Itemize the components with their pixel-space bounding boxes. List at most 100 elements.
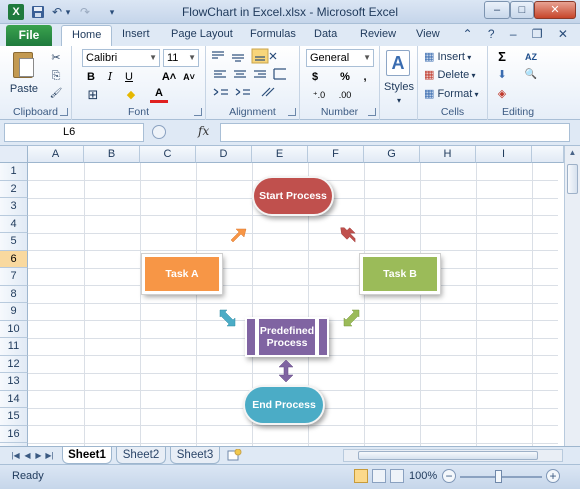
vertical-scroll-thumb[interactable]	[567, 164, 578, 194]
alignment-icons[interactable]	[206, 46, 300, 106]
row-header-15[interactable]: 15	[0, 408, 28, 426]
worksheet-grid[interactable]: A B C D E F G H I 1 2 3 4 5 6 7 8 9 10 1…	[0, 146, 580, 446]
column-header-partial[interactable]	[532, 146, 564, 163]
percent-button[interactable]: %	[338, 68, 352, 86]
clear-icon[interactable]: ◈	[494, 85, 510, 103]
arrow-task-b-to-predefined[interactable]	[341, 308, 361, 328]
prev-sheet-icon[interactable]: ◀	[22, 449, 33, 462]
flowchart-predefined-process[interactable]: Predefined Process	[245, 317, 329, 357]
tab-insert[interactable]: Insert	[122, 28, 150, 40]
number-launcher-icon[interactable]	[368, 108, 376, 116]
column-header-a[interactable]: A	[28, 146, 84, 163]
row-header-13[interactable]: 13	[0, 373, 28, 391]
flowchart-start-process[interactable]: Start Process	[252, 176, 334, 216]
underline-button[interactable]: U	[122, 68, 136, 86]
format-painter-icon[interactable]: 🖌	[48, 85, 64, 103]
tab-home[interactable]: Home	[61, 25, 113, 47]
arrow-task-a-to-predefined[interactable]	[218, 308, 238, 328]
insert-function-button[interactable]: fx	[198, 124, 209, 138]
maximize-button[interactable]: □	[510, 1, 534, 19]
insert-sheet-icon[interactable]	[226, 449, 242, 462]
row-header-16[interactable]: 16	[0, 425, 28, 443]
clipboard-launcher-icon[interactable]	[60, 108, 68, 116]
row-header-8[interactable]: 8	[0, 285, 28, 303]
column-header-b[interactable]: B	[84, 146, 140, 163]
minimize-button[interactable]: –	[484, 1, 510, 19]
styles-icon[interactable]: A	[386, 50, 410, 76]
row-header-3[interactable]: 3	[0, 198, 28, 216]
increase-decimal-button[interactable]: ⁺.0	[308, 86, 330, 104]
column-header-e[interactable]: E	[252, 146, 308, 163]
scroll-up-icon[interactable]: ▲	[565, 146, 580, 160]
tab-review[interactable]: Review	[360, 28, 396, 40]
sheet-tab-sheet1[interactable]: Sheet1	[62, 447, 112, 464]
shrink-font-button[interactable]: A˅	[180, 68, 198, 86]
tab-view[interactable]: View	[416, 28, 440, 40]
paste-button[interactable]: Paste	[6, 80, 42, 98]
row-header-6[interactable]: 6	[0, 250, 28, 268]
ribbon-window-controls[interactable]: ⌃ ? – ❐ ✕	[462, 27, 574, 41]
page-break-view-icon[interactable]	[390, 469, 404, 483]
flowchart-end-process[interactable]: End Process	[243, 385, 325, 425]
row-header-12[interactable]: 12	[0, 355, 28, 373]
sort-filter-icon[interactable]: AZ	[522, 48, 540, 66]
decrease-decimal-button[interactable]: .00	[334, 86, 356, 104]
formula-input[interactable]	[220, 123, 570, 142]
column-header-h[interactable]: H	[420, 146, 476, 163]
select-all-corner[interactable]	[0, 146, 28, 163]
last-sheet-icon[interactable]: ▶|	[44, 449, 55, 462]
page-layout-view-icon[interactable]	[372, 469, 386, 483]
tab-file[interactable]: File	[6, 25, 52, 46]
format-cells-button[interactable]: ▦ Format ▾	[424, 85, 488, 103]
zoom-out-button[interactable]: −	[442, 469, 456, 483]
delete-cells-button[interactable]: ▦ Delete ▾	[424, 66, 484, 84]
zoom-level[interactable]: 100%	[409, 470, 437, 482]
font-size-select[interactable]: 11 ▼	[163, 49, 199, 67]
row-header-5[interactable]: 5	[0, 233, 28, 251]
insert-cells-button[interactable]: ▦ Insert ▾	[424, 48, 484, 66]
row-header-9[interactable]: 9	[0, 303, 28, 321]
styles-dropdown-icon[interactable]: ▾	[380, 92, 418, 110]
column-header-i[interactable]: I	[476, 146, 532, 163]
alignment-launcher-icon[interactable]	[288, 108, 296, 116]
fill-icon[interactable]: ⬇	[494, 66, 510, 84]
column-header-g[interactable]: G	[364, 146, 420, 163]
first-sheet-icon[interactable]: |◀	[10, 449, 21, 462]
row-header-2[interactable]: 2	[0, 180, 28, 198]
italic-button[interactable]: I	[103, 68, 117, 86]
row-header-7[interactable]: 7	[0, 268, 28, 286]
column-header-f[interactable]: F	[308, 146, 364, 163]
column-header-d[interactable]: D	[196, 146, 252, 163]
comma-button[interactable]: ,	[358, 68, 372, 86]
horizontal-scroll-thumb[interactable]	[358, 451, 538, 460]
name-box-dropdown-icon[interactable]	[152, 125, 166, 139]
vertical-scrollbar[interactable]: ▲	[564, 146, 580, 446]
row-header-4[interactable]: 4	[0, 215, 28, 233]
find-select-icon[interactable]: 🔍	[522, 66, 540, 84]
horizontal-scrollbar[interactable]	[343, 449, 563, 462]
fill-color-icon[interactable]: ◆	[122, 86, 140, 104]
sheet-tab-sheet2[interactable]: Sheet2	[116, 447, 166, 464]
currency-button[interactable]: $	[308, 68, 322, 86]
font-color-icon[interactable]: A	[150, 86, 168, 103]
arrow-predefined-to-end[interactable]	[278, 359, 294, 383]
next-sheet-icon[interactable]: ▶	[33, 449, 44, 462]
row-header-10[interactable]: 10	[0, 320, 28, 338]
sheet-tab-sheet3[interactable]: Sheet3	[170, 447, 220, 464]
paste-icon[interactable]	[10, 50, 36, 80]
flowchart-task-b[interactable]: Task B	[359, 253, 441, 295]
column-header-c[interactable]: C	[140, 146, 196, 163]
row-header-14[interactable]: 14	[0, 390, 28, 408]
bold-button[interactable]: B	[84, 68, 98, 86]
row-header-1[interactable]: 1	[0, 163, 28, 181]
tab-data[interactable]: Data	[314, 28, 337, 40]
name-box[interactable]: L6	[4, 123, 144, 142]
number-format-select[interactable]: General ▼	[306, 49, 374, 67]
autosum-icon[interactable]: Σ	[494, 48, 510, 66]
tab-formulas[interactable]: Formulas	[250, 28, 296, 40]
tab-page-layout[interactable]: Page Layout	[171, 28, 233, 40]
arrow-to-task-b[interactable]	[338, 225, 358, 245]
flowchart-task-a[interactable]: Task A	[141, 253, 223, 295]
close-button[interactable]: ✕	[534, 1, 576, 19]
borders-icon[interactable]: ⊞	[84, 86, 102, 104]
